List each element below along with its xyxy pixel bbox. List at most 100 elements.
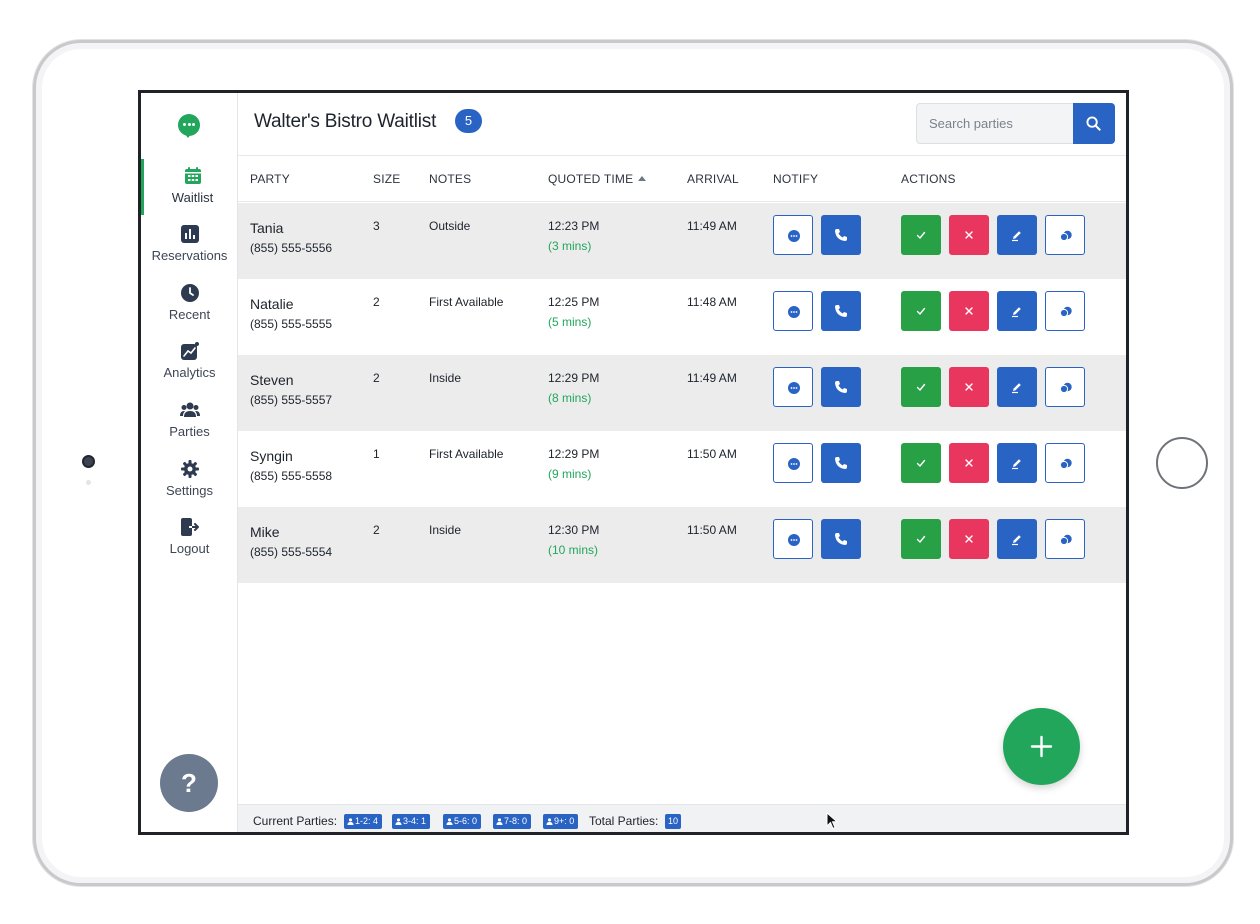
seat-party-button[interactable]	[901, 215, 941, 255]
quoted-time: 12:29 PM	[548, 447, 600, 461]
edit-party-button[interactable]	[997, 443, 1037, 483]
remove-party-button[interactable]	[949, 367, 989, 407]
call-button[interactable]	[821, 215, 861, 255]
remove-party-button[interactable]	[949, 443, 989, 483]
search-input[interactable]	[916, 103, 1074, 144]
remove-party-button[interactable]	[949, 519, 989, 559]
users-icon	[180, 402, 200, 417]
sidebar-item-reservations[interactable]: Reservations	[141, 217, 238, 273]
send-text-button[interactable]	[773, 291, 813, 331]
help-button[interactable]: ?	[160, 754, 218, 812]
party-size-chip-label: 9+: 0	[554, 816, 575, 826]
messages-icon	[1059, 382, 1072, 394]
send-text-button[interactable]	[773, 519, 813, 559]
search-bar	[916, 103, 1115, 144]
quoted-time: 12:30 PM	[548, 523, 600, 537]
quoted-time: 12:25 PM	[548, 295, 600, 309]
send-text-button[interactable]	[773, 443, 813, 483]
seat-party-button[interactable]	[901, 367, 941, 407]
search-icon	[1086, 116, 1101, 131]
pencil-icon	[1012, 307, 1021, 318]
sidebar-item-settings[interactable]: Settings	[141, 452, 238, 508]
messages-icon	[1059, 534, 1072, 546]
chat-icon	[788, 534, 800, 546]
person-icon	[496, 818, 503, 825]
gear-icon	[181, 460, 199, 478]
sidebar-item-parties[interactable]: Parties	[141, 393, 238, 449]
column-header-label: QUOTED TIME	[548, 172, 634, 186]
sidebar-item-label: Logout	[169, 541, 210, 556]
trend-chart-icon	[181, 342, 199, 360]
waitlist-count-badge: 5	[455, 109, 482, 133]
sidebar-item-label: Settings	[166, 483, 213, 498]
party-phone: (855) 555-5554	[250, 545, 333, 559]
view-messages-button[interactable]	[1045, 367, 1085, 407]
edit-party-button[interactable]	[997, 291, 1037, 331]
pencil-icon	[1012, 459, 1021, 470]
view-messages-button[interactable]	[1045, 215, 1085, 255]
column-header-party[interactable]: PARTY	[250, 172, 290, 186]
pencil-icon	[1012, 535, 1021, 546]
add-party-button[interactable]	[1003, 708, 1080, 785]
column-header-notes[interactable]: NOTES	[429, 172, 471, 186]
sidebar-item-label: Parties	[169, 424, 210, 439]
party-size-chip: 7-8: 0	[493, 814, 532, 829]
plus-icon	[1030, 735, 1053, 758]
table-row[interactable]: Mike (855) 555-5554 2 Inside 12:30 PM (10 min…	[238, 507, 1126, 583]
person-icon	[347, 818, 354, 825]
send-text-button[interactable]	[773, 367, 813, 407]
remove-party-button[interactable]	[949, 215, 989, 255]
table-row[interactable]: Steven (855) 555-5557 2 Inside 12:29 PM (8 mi…	[238, 355, 1126, 431]
view-messages-button[interactable]	[1045, 443, 1085, 483]
party-size-chip: 5-6: 0	[443, 814, 482, 829]
bar-chart-icon	[181, 225, 199, 243]
party-size-chip: 9+: 0	[543, 814, 579, 829]
sidebar: Waitlist Reservations Recent Analytics P…	[141, 93, 238, 832]
chat-icon	[788, 382, 800, 394]
call-button[interactable]	[821, 443, 861, 483]
table-row[interactable]: Syngin (855) 555-5558 1 First Available 12:2…	[238, 431, 1126, 507]
party-notes: Inside	[429, 523, 462, 537]
search-button[interactable]	[1073, 103, 1115, 144]
sidebar-item-recent[interactable]: Recent	[141, 276, 238, 332]
party-size-chip-label: 7-8: 0	[504, 816, 528, 826]
party-size-chip: 3-4: 1	[392, 814, 431, 829]
edit-party-button[interactable]	[997, 519, 1037, 559]
column-header-arrival[interactable]: ARRIVAL	[687, 172, 739, 186]
edit-party-button[interactable]	[997, 367, 1037, 407]
chat-icon	[788, 230, 800, 242]
party-summary-footer: Current Parties: 1-2: 4 3-4: 1 5-6: 0 7-8: …	[238, 804, 1126, 832]
call-button[interactable]	[821, 291, 861, 331]
phone-icon	[835, 457, 847, 469]
seat-party-button[interactable]	[901, 291, 941, 331]
phone-icon	[835, 229, 847, 241]
sidebar-item-waitlist[interactable]: Waitlist	[141, 159, 238, 215]
close-icon	[965, 459, 973, 467]
sidebar-item-label: Waitlist	[171, 190, 214, 205]
sidebar-item-analytics[interactable]: Analytics	[141, 334, 238, 390]
view-messages-button[interactable]	[1045, 291, 1085, 331]
column-header-notify: NOTIFY	[773, 172, 819, 186]
quoted-time: 12:29 PM	[548, 371, 600, 385]
home-button[interactable]	[1156, 437, 1208, 489]
call-button[interactable]	[821, 367, 861, 407]
party-size-chip-label: 5-6: 0	[454, 816, 478, 826]
remove-party-button[interactable]	[949, 291, 989, 331]
party-name: Syngin	[250, 448, 293, 464]
sidebar-item-logout[interactable]: Logout	[141, 510, 238, 566]
seat-party-button[interactable]	[901, 443, 941, 483]
table-row[interactable]: Natalie (855) 555-5555 2 First Available 12:…	[238, 279, 1126, 355]
send-text-button[interactable]	[773, 215, 813, 255]
party-phone: (855) 555-5558	[250, 469, 333, 483]
check-icon	[916, 231, 926, 240]
arrival-time: 11:48 AM	[687, 295, 737, 309]
seat-party-button[interactable]	[901, 519, 941, 559]
view-messages-button[interactable]	[1045, 519, 1085, 559]
column-header-quoted-time[interactable]: QUOTED TIME	[548, 172, 647, 186]
party-name: Natalie	[250, 296, 294, 312]
edit-party-button[interactable]	[997, 215, 1037, 255]
call-button[interactable]	[821, 519, 861, 559]
sidebar-item-label: Recent	[168, 307, 211, 322]
table-row[interactable]: Tania (855) 555-5556 3 Outside 12:23 PM (3 mi…	[238, 203, 1126, 279]
column-header-size[interactable]: SIZE	[373, 172, 400, 186]
